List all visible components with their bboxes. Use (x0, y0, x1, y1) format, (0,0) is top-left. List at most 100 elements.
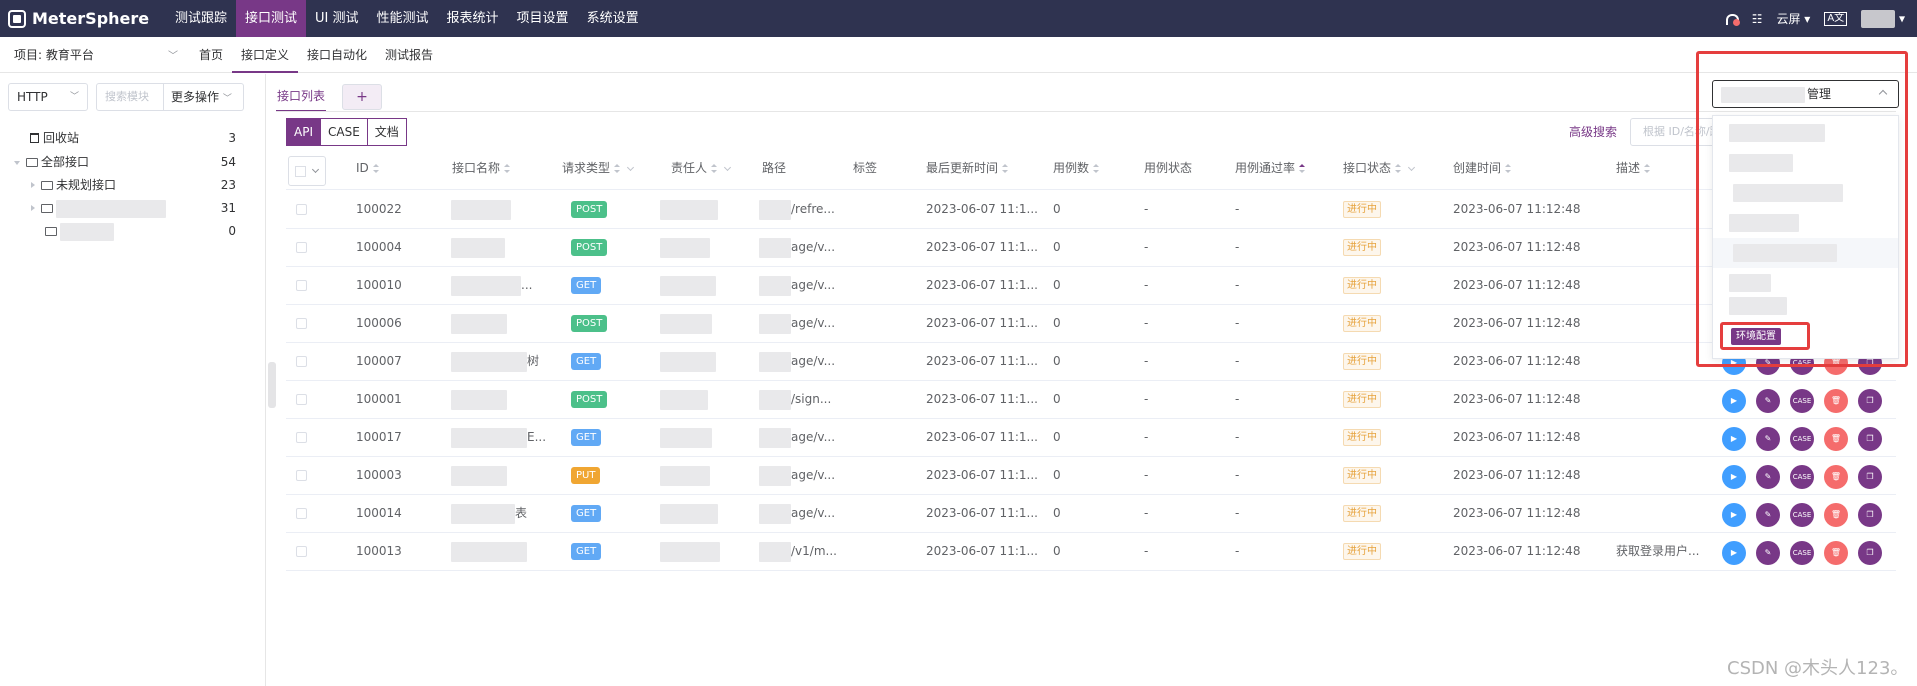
nav-item-performance-test[interactable]: 性能测试 (368, 0, 438, 37)
nav-item-project-settings[interactable]: 项目设置 (508, 0, 578, 37)
tree-item-module-b[interactable]: 0 (0, 220, 266, 242)
task-list-icon[interactable]: ☷ (1752, 12, 1763, 26)
mode-api[interactable]: API (286, 118, 321, 146)
edit-icon[interactable]: ✎ (1756, 465, 1780, 489)
sort-icon[interactable] (614, 164, 621, 173)
tab-api-definition[interactable]: 接口定义 (232, 37, 299, 73)
user-menu[interactable]: ▾ (1861, 9, 1905, 28)
case-button[interactable]: CASE (1790, 503, 1814, 527)
cell-name[interactable] (451, 305, 507, 342)
row-checkbox[interactable] (296, 546, 307, 557)
nav-item-ui-test[interactable]: UI 测试 (306, 0, 367, 37)
edit-icon[interactable]: ✎ (1756, 389, 1780, 413)
sort-icon[interactable] (1299, 164, 1306, 173)
copy-icon[interactable]: ❐ (1858, 503, 1882, 527)
row-checkbox[interactable] (296, 470, 307, 481)
cell-name[interactable]: E... (451, 419, 546, 456)
col-created[interactable]: 创建时间 (1453, 150, 1512, 190)
tree-item-unplanned[interactable]: 未规划接口 23 (0, 174, 266, 196)
nav-item-api-test[interactable]: 接口测试 (236, 0, 307, 37)
col-method[interactable]: 请求类型 (562, 150, 635, 190)
select-all-checkbox[interactable] (288, 156, 326, 186)
copy-icon[interactable]: ❐ (1858, 465, 1882, 489)
env-option[interactable] (1713, 208, 1898, 238)
sort-icon[interactable] (711, 164, 718, 173)
row-checkbox[interactable] (296, 280, 307, 291)
delete-icon[interactable]: 🗑 (1824, 541, 1848, 565)
delete-icon[interactable]: 🗑 (1824, 503, 1848, 527)
notification-bell-icon[interactable] (1724, 12, 1740, 26)
row-checkbox[interactable] (296, 432, 307, 443)
table-row[interactable]: 100010... GET age/v... 2023-06-07 11:1... 0 -… (286, 267, 1896, 305)
environment-config-button[interactable]: 环境配置 (1731, 328, 1781, 345)
tab-test-report[interactable]: 测试报告 (376, 37, 442, 73)
table-row[interactable]: 100001 POST/sign... 2023-06-07 11:1... 0 - - 进… (286, 381, 1896, 419)
cell-name[interactable] (451, 191, 511, 228)
table-row[interactable]: 100004 POST age/v... 2023-06-07 11:1... 0 - - 进… (286, 229, 1896, 267)
row-checkbox[interactable] (296, 508, 307, 519)
language-icon[interactable]: A文 (1824, 11, 1848, 26)
env-option[interactable] (1713, 148, 1898, 178)
row-checkbox[interactable] (296, 394, 307, 405)
environment-select[interactable]: 管理 (1712, 80, 1899, 108)
row-checkbox[interactable] (296, 242, 307, 253)
add-tab-button[interactable]: + (342, 84, 383, 110)
cell-name[interactable]: 树 (451, 343, 539, 380)
run-icon[interactable]: ▶ (1722, 541, 1746, 565)
edit-icon[interactable]: ✎ (1756, 503, 1780, 527)
col-api-status[interactable]: 接口状态 (1343, 150, 1416, 190)
col-name[interactable]: 接口名称 (452, 150, 511, 190)
copy-icon[interactable]: ❐ (1858, 389, 1882, 413)
workspace-switcher[interactable]: 云屏 ▾ (1776, 10, 1810, 27)
panel-resize-handle[interactable] (268, 362, 276, 408)
table-row[interactable]: 100007 树 GET age/v... 2023-06-07 11:1... 0 - - 进… (286, 343, 1896, 381)
col-description[interactable]: 描述 (1616, 150, 1651, 190)
protocol-select[interactable]: HTTP ﹀ (8, 83, 88, 111)
module-search-input[interactable]: 搜索模块 (96, 83, 164, 111)
nav-item-system-settings[interactable]: 系统设置 (578, 0, 648, 37)
case-button[interactable]: CASE (1790, 465, 1814, 489)
sort-icon[interactable] (1002, 164, 1009, 173)
tree-item-recycle-bin[interactable]: 回收站 3 (0, 127, 266, 149)
tree-item-module-a[interactable]: 31 (0, 197, 266, 219)
tree-item-all-apis[interactable]: 全部接口 54 (0, 151, 266, 173)
filter-icon[interactable] (723, 163, 732, 172)
sort-icon[interactable] (1644, 164, 1651, 173)
run-icon[interactable]: ▶ (1722, 465, 1746, 489)
sort-icon[interactable] (372, 164, 379, 173)
table-row[interactable]: 100003 PUT age/v... 2023-06-07 11:1... 0 - - 进行… (286, 457, 1896, 495)
advanced-search-link[interactable]: 高级搜索 (1569, 123, 1617, 140)
cell-name[interactable] (451, 457, 507, 494)
mode-case[interactable]: CASE (320, 118, 368, 146)
col-pass-rate[interactable]: 用例通过率 (1235, 150, 1306, 190)
case-button[interactable]: CASE (1790, 389, 1814, 413)
delete-icon[interactable]: 🗑 (1824, 389, 1848, 413)
project-selector[interactable]: 项目: 教育平台 ﹀ (0, 46, 190, 63)
env-option[interactable] (1713, 118, 1898, 148)
edit-icon[interactable]: ✎ (1756, 541, 1780, 565)
sort-icon[interactable] (1093, 164, 1100, 173)
sort-icon[interactable] (1395, 164, 1402, 173)
copy-icon[interactable]: ❐ (1858, 541, 1882, 565)
cell-name[interactable]: 表 (451, 495, 527, 532)
env-option[interactable] (1713, 293, 1898, 323)
run-icon[interactable]: ▶ (1722, 427, 1746, 451)
run-icon[interactable]: ▶ (1722, 389, 1746, 413)
edit-icon[interactable]: ✎ (1756, 427, 1780, 451)
table-row[interactable]: 100013 GET/v1/m... 2023-06-07 11:1... 0 - - 进行… (286, 533, 1896, 571)
copy-icon[interactable]: ❐ (1858, 427, 1882, 451)
row-checkbox[interactable] (296, 318, 307, 329)
col-case-count[interactable]: 用例数 (1053, 150, 1100, 190)
run-icon[interactable]: ▶ (1722, 503, 1746, 527)
filter-icon[interactable] (626, 163, 635, 172)
delete-icon[interactable]: 🗑 (1824, 465, 1848, 489)
sort-icon[interactable] (1505, 164, 1512, 173)
table-row[interactable]: 100006 POST age/v... 2023-06-07 11:1... 0 - - 进… (286, 305, 1896, 343)
case-button[interactable]: CASE (1790, 541, 1814, 565)
case-button[interactable]: CASE (1790, 427, 1814, 451)
col-id[interactable]: ID (356, 150, 379, 190)
tab-api-list[interactable]: 接口列表 (276, 82, 327, 112)
cell-name[interactable] (451, 533, 527, 570)
delete-icon[interactable]: 🗑 (1824, 427, 1848, 451)
table-row[interactable]: 100014 表 GET age/v... 2023-06-07 11:1... 0 - - 进… (286, 495, 1896, 533)
